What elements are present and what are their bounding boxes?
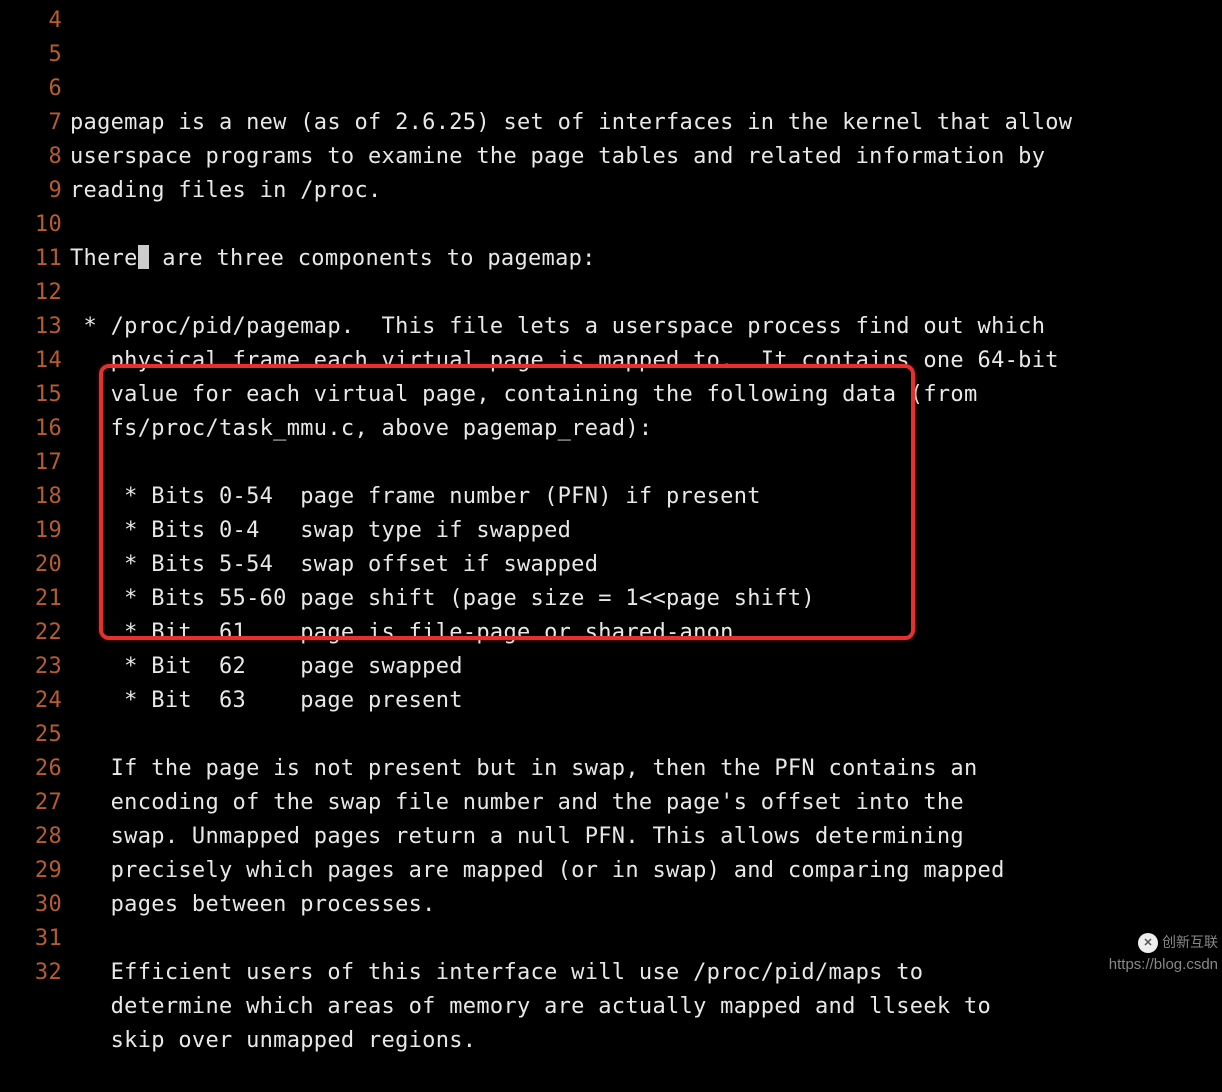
code-line[interactable]	[70, 276, 1222, 310]
code-line[interactable]	[70, 446, 1222, 480]
text-editor-view[interactable]: 4567891011121314151617181920212223242526…	[0, 0, 1222, 1092]
line-number: 26	[0, 752, 62, 786]
line-number: 30	[0, 888, 62, 922]
code-line[interactable]: * /proc/pid/pagemap. This file lets a us…	[70, 310, 1222, 344]
code-line[interactable]: * Bits 55-60 page shift (page size = 1<<…	[70, 582, 1222, 616]
line-number: 22	[0, 616, 62, 650]
code-line[interactable]	[70, 1058, 1222, 1092]
line-number: 16	[0, 412, 62, 446]
line-number-gutter: 4567891011121314151617181920212223242526…	[0, 4, 70, 1092]
line-number: 19	[0, 514, 62, 548]
line-number: 14	[0, 344, 62, 378]
code-line[interactable]: * Bits 0-54 page frame number (PFN) if p…	[70, 480, 1222, 514]
line-number: 6	[0, 72, 62, 106]
code-line[interactable]: Efficient users of this interface will u…	[70, 956, 1222, 990]
code-line[interactable]: * Bit 63 page present	[70, 684, 1222, 718]
code-line[interactable]: swap. Unmapped pages return a null PFN. …	[70, 820, 1222, 854]
code-line[interactable]	[70, 922, 1222, 956]
code-line[interactable]: value for each virtual page, containing …	[70, 378, 1222, 412]
line-number: 27	[0, 786, 62, 820]
code-line[interactable]: pages between processes.	[70, 888, 1222, 922]
line-number: 4	[0, 4, 62, 38]
text-cursor-icon	[138, 245, 149, 269]
code-line[interactable]	[70, 718, 1222, 752]
line-number: 11	[0, 242, 62, 276]
code-line[interactable]: * Bit 62 page swapped	[70, 650, 1222, 684]
line-number: 10	[0, 208, 62, 242]
line-number: 25	[0, 718, 62, 752]
code-line[interactable]	[70, 208, 1222, 242]
code-line[interactable]: skip over unmapped regions.	[70, 1024, 1222, 1058]
line-number: 17	[0, 446, 62, 480]
code-area[interactable]: pagemap is a new (as of 2.6.25) set of i…	[70, 4, 1222, 1092]
line-number: 29	[0, 854, 62, 888]
code-line[interactable]: precisely which pages are mapped (or in …	[70, 854, 1222, 888]
line-number: 12	[0, 276, 62, 310]
code-text: There	[70, 246, 138, 271]
code-line[interactable]: * Bit 61 page is file-page or shared-ano…	[70, 616, 1222, 650]
watermark-logo-icon: ✕	[1138, 933, 1158, 953]
line-number: 8	[0, 140, 62, 174]
line-number: 24	[0, 684, 62, 718]
code-line[interactable]: reading files in /proc.	[70, 174, 1222, 208]
line-number: 32	[0, 956, 62, 990]
code-line[interactable]: * Bits 5-54 swap offset if swapped	[70, 548, 1222, 582]
code-line[interactable]: userspace programs to examine the page t…	[70, 140, 1222, 174]
line-number: 28	[0, 820, 62, 854]
line-number: 15	[0, 378, 62, 412]
line-number: 9	[0, 174, 62, 208]
line-number: 5	[0, 38, 62, 72]
code-line[interactable]: pagemap is a new (as of 2.6.25) set of i…	[70, 106, 1222, 140]
watermark-brand-text: 创新互联	[1162, 932, 1218, 954]
code-line[interactable]: determine which areas of memory are actu…	[70, 990, 1222, 1024]
line-number: 7	[0, 106, 62, 140]
code-line[interactable]: If the page is not present but in swap, …	[70, 752, 1222, 786]
watermark-brand: ✕ 创新互联	[1138, 932, 1218, 954]
line-number: 21	[0, 582, 62, 616]
code-line[interactable]: fs/proc/task_mmu.c, above pagemap_read):	[70, 412, 1222, 446]
line-number: 13	[0, 310, 62, 344]
code-text: are three components to pagemap:	[149, 246, 596, 271]
line-number: 31	[0, 922, 62, 956]
watermark-url: https://blog.csdn	[1109, 953, 1218, 976]
line-number: 23	[0, 650, 62, 684]
code-line[interactable]: * Bits 0-4 swap type if swapped	[70, 514, 1222, 548]
line-number: 18	[0, 480, 62, 514]
code-line[interactable]: There are three components to pagemap:	[70, 242, 1222, 276]
line-number: 20	[0, 548, 62, 582]
code-line[interactable]: physical frame each virtual page is mapp…	[70, 344, 1222, 378]
code-line[interactable]: encoding of the swap file number and the…	[70, 786, 1222, 820]
